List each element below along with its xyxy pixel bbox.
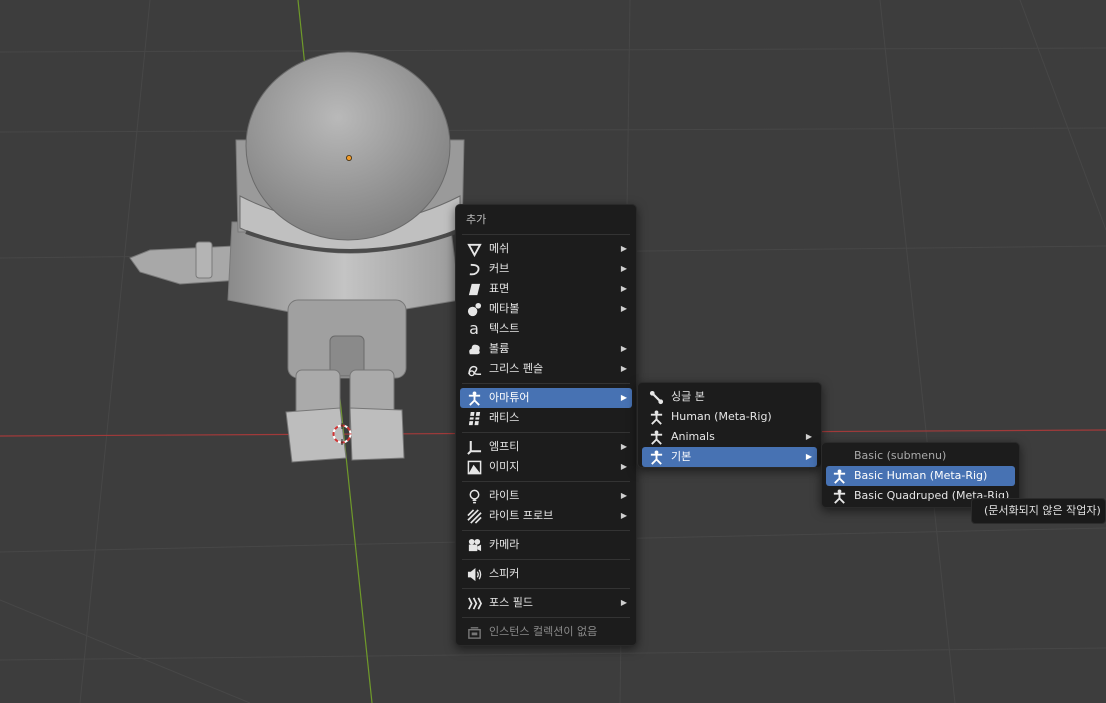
menu-item-label: 라이트 xyxy=(489,489,520,502)
menu-separator xyxy=(462,234,630,235)
menu-item-label: 메쉬 xyxy=(489,242,510,255)
object-origin-dot xyxy=(345,154,352,161)
tooltip-text: (문서화되지 않은 작업자) xyxy=(984,504,1101,517)
menu-item-label: 래티스 xyxy=(489,411,520,424)
armature-icon xyxy=(831,468,847,484)
menu-item-label: 포스 필드 xyxy=(489,596,533,609)
menu-item-collection-instance: 인스턴스 컬렉션이 없음 xyxy=(460,622,632,642)
armature-icon xyxy=(466,390,482,406)
camera-icon xyxy=(466,537,482,553)
menu-item-curve[interactable]: 커브 ▶ xyxy=(460,259,632,279)
submenu-arrow-icon: ▶ xyxy=(620,304,627,313)
menu-item-mesh[interactable]: 메쉬 ▶ xyxy=(460,239,632,259)
menu-item-animals[interactable]: Animals ▶ xyxy=(642,427,817,447)
menu-item-light[interactable]: 라이트 ▶ xyxy=(460,486,632,506)
light-icon xyxy=(466,488,482,504)
menu-item-label: 볼륨 xyxy=(489,342,510,355)
tooltip: (문서화되지 않은 작업자) xyxy=(971,498,1106,524)
menu-item-label: 표면 xyxy=(489,282,510,295)
menu-item-label: 메타볼 xyxy=(489,302,520,315)
mesh-icon xyxy=(466,241,482,257)
menu-separator xyxy=(462,588,630,589)
menu-item-label: 커브 xyxy=(489,262,510,275)
menu-item-label: 스피커 xyxy=(489,567,520,580)
submenu-arrow-icon: ▶ xyxy=(620,393,627,402)
menu-item-label: 인스턴스 컬렉션이 없음 xyxy=(489,625,598,638)
armature-icon xyxy=(648,449,664,465)
text-icon: a xyxy=(469,319,479,338)
menu-item-label: 그리스 펜슬 xyxy=(489,362,544,375)
bone-icon xyxy=(648,389,664,405)
menu-separator xyxy=(462,383,630,384)
menu-item-metaball[interactable]: 메타볼 ▶ xyxy=(460,299,632,319)
menu-item-label: Human (Meta-Rig) xyxy=(671,410,772,423)
grease-pencil-icon xyxy=(466,361,482,377)
submenu-arrow-icon: ▶ xyxy=(620,264,627,273)
menu-item-human-meta-rig[interactable]: Human (Meta-Rig) xyxy=(642,407,817,427)
menu-item-label: 아마튜어 xyxy=(489,391,530,404)
submenu-arrow-icon: ▶ xyxy=(805,432,812,441)
empty-icon xyxy=(466,439,482,455)
force-field-icon xyxy=(466,595,482,611)
submenu-arrow-icon: ▶ xyxy=(620,364,627,373)
menu-item-basic[interactable]: 기본 ▶ xyxy=(642,447,817,467)
submenu-arrow-icon: ▶ xyxy=(620,284,627,293)
submenu-arrow-icon: ▶ xyxy=(805,452,812,461)
astronaut-model[interactable] xyxy=(129,51,465,463)
menu-separator xyxy=(462,559,630,560)
speaker-icon xyxy=(466,566,482,582)
menu-item-text[interactable]: a 텍스트 xyxy=(460,319,632,339)
submenu-arrow-icon: ▶ xyxy=(620,491,627,500)
menu-item-label: 텍스트 xyxy=(489,322,520,335)
menu-item-grease-pencil[interactable]: 그리스 펜슬 ▶ xyxy=(460,359,632,379)
menu-item-label: 라이트 프로브 xyxy=(489,509,554,522)
menu-item-label: 이미지 xyxy=(489,460,520,473)
lattice-icon xyxy=(466,410,482,426)
basic-submenu-title: Basic (submenu) xyxy=(854,449,947,462)
submenu-arrow-icon: ▶ xyxy=(620,442,627,451)
menu-item-lattice[interactable]: 래티스 xyxy=(460,408,632,428)
volume-icon xyxy=(466,341,482,357)
menu-item-camera[interactable]: 카메라 xyxy=(460,535,632,555)
armature-submenu: 싱글 본 Human (Meta-Rig) Animals ▶ 기본 ▶ xyxy=(637,382,822,468)
submenu-arrow-icon: ▶ xyxy=(620,598,627,607)
curve-icon xyxy=(466,261,482,277)
menu-item-speaker[interactable]: 스피커 xyxy=(460,564,632,584)
submenu-arrow-icon: ▶ xyxy=(620,344,627,353)
armature-icon xyxy=(648,429,664,445)
menu-item-empty[interactable]: 엠프티 ▶ xyxy=(460,437,632,457)
menu-item-label: Animals xyxy=(671,430,715,443)
menu-item-single-bone[interactable]: 싱글 본 xyxy=(642,387,817,407)
menu-separator xyxy=(462,617,630,618)
metaball-icon xyxy=(466,301,482,317)
menu-item-volume[interactable]: 볼륨 ▶ xyxy=(460,339,632,359)
armature-icon xyxy=(831,488,847,504)
menu-item-armature[interactable]: 아마튜어 ▶ xyxy=(460,388,632,408)
surface-icon xyxy=(466,281,482,297)
menu-separator xyxy=(462,481,630,482)
menu-separator xyxy=(462,530,630,531)
menu-item-label: Basic Human (Meta-Rig) xyxy=(854,469,988,482)
image-icon xyxy=(466,459,482,475)
add-menu-title: 추가 xyxy=(466,213,487,226)
menu-item-label: 엠프티 xyxy=(489,440,520,453)
menu-item-image[interactable]: 이미지 ▶ xyxy=(460,457,632,477)
collection-instance-icon xyxy=(466,624,482,640)
add-menu: 추가 메쉬 ▶ 커브 ▶ 표면 ▶ 메타볼 ▶ a 텍스트 볼륨 ▶ 그리스 펜… xyxy=(455,204,637,646)
menu-separator xyxy=(462,432,630,433)
submenu-arrow-icon: ▶ xyxy=(620,244,627,253)
menu-item-force-field[interactable]: 포스 필드 ▶ xyxy=(460,593,632,613)
menu-item-light-probe[interactable]: 라이트 프로브 ▶ xyxy=(460,506,632,526)
menu-item-label: 싱글 본 xyxy=(671,390,705,403)
menu-item-basic-human[interactable]: Basic Human (Meta-Rig) xyxy=(826,466,1015,486)
submenu-arrow-icon: ▶ xyxy=(620,511,627,520)
menu-item-label: 카메라 xyxy=(489,538,520,551)
menu-item-surface[interactable]: 표면 ▶ xyxy=(460,279,632,299)
menu-item-label: 기본 xyxy=(671,450,692,463)
armature-icon xyxy=(648,409,664,425)
light-probe-icon xyxy=(466,508,482,524)
submenu-arrow-icon: ▶ xyxy=(620,462,627,471)
